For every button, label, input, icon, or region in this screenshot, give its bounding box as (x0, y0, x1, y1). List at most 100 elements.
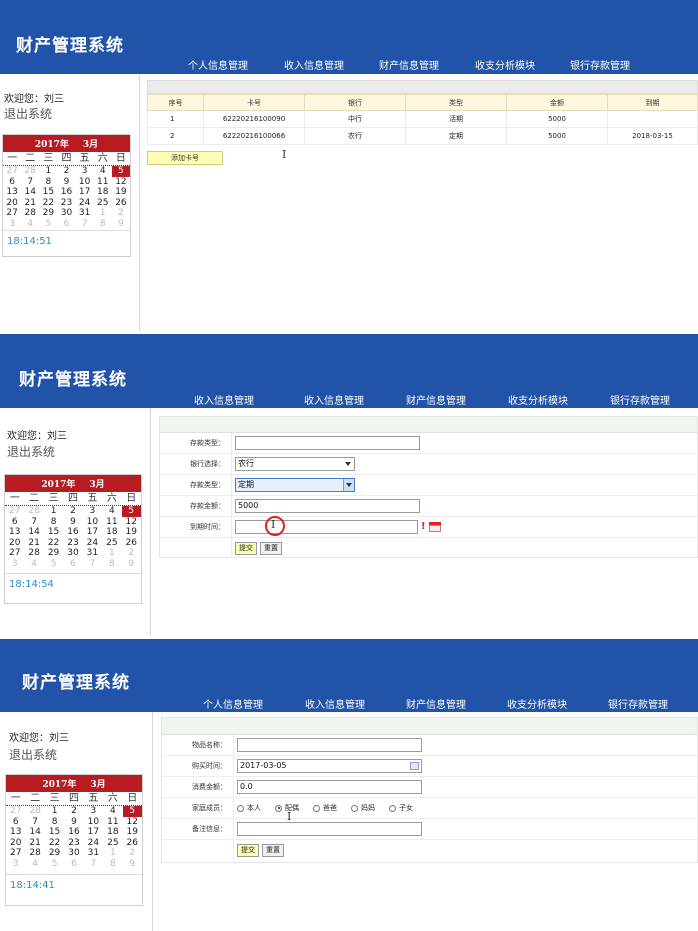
nav-income-info[interactable]: 收入信息管理 (304, 392, 364, 407)
calendar-day[interactable]: 4 (24, 559, 43, 570)
calendar-day[interactable]: 9 (57, 177, 75, 188)
calendar-day[interactable]: 14 (24, 527, 43, 538)
calendar-day[interactable]: 17 (84, 827, 103, 838)
calendar-picker-icon[interactable] (428, 522, 441, 532)
calendar-day[interactable]: 11 (102, 517, 121, 528)
amount-input[interactable]: 0.0 (237, 780, 422, 794)
nav-asset-info[interactable]: 财产信息管理 (379, 57, 439, 72)
radio-checked-icon[interactable] (275, 804, 282, 812)
calendar-day[interactable]: 20 (6, 838, 25, 849)
calendar-day[interactable]: 8 (102, 559, 121, 570)
calendar-day[interactable]: 26 (122, 538, 141, 549)
calendar-day[interactable]: 6 (64, 859, 83, 870)
calendar-day[interactable]: 25 (94, 198, 112, 209)
calendar-day[interactable]: 28 (21, 208, 39, 219)
calendar-day[interactable]: 10 (84, 817, 103, 828)
calendar-day[interactable]: 27 (6, 806, 25, 817)
radio-children[interactable]: 子女 (389, 803, 413, 813)
calendar-day[interactable]: 7 (84, 859, 103, 870)
calendar-day[interactable]: 27 (6, 848, 25, 859)
calendar-day[interactable]: 31 (84, 848, 103, 859)
calendar-day[interactable]: 3 (6, 859, 25, 870)
calendar-day[interactable]: 26 (112, 198, 130, 209)
calendar-day[interactable]: 19 (112, 187, 130, 198)
calendar-day[interactable]: 18 (103, 827, 122, 838)
calendar-day[interactable]: 16 (57, 187, 75, 198)
nav-income-info[interactable]: 收入信息管理 (284, 57, 344, 72)
calendar-day[interactable]: 23 (57, 198, 75, 209)
calendar-day[interactable]: 2 (57, 166, 75, 177)
calendar-day[interactable]: 9 (63, 517, 82, 528)
calendar-day[interactable]: 4 (102, 506, 121, 517)
nav-analysis[interactable]: 收支分析模块 (507, 696, 567, 711)
calendar-day[interactable]: 15 (44, 527, 63, 538)
calendar-day[interactable]: 8 (39, 177, 57, 188)
nav-bank-deposit[interactable]: 银行存款管理 (570, 57, 630, 72)
calendar-day[interactable]: 6 (63, 559, 82, 570)
calendar-day[interactable]: 27 (3, 208, 21, 219)
calendar-day[interactable]: 18 (102, 527, 121, 538)
calendar-day[interactable]: 30 (64, 848, 83, 859)
calendar-day[interactable]: 4 (94, 166, 112, 177)
calendar-day[interactable]: 5 (122, 806, 142, 817)
calendar-day[interactable]: 5 (44, 559, 63, 570)
calendar-day[interactable]: 6 (3, 177, 21, 188)
calendar-day[interactable]: 8 (45, 817, 64, 828)
calendar-day[interactable]: 7 (76, 219, 94, 230)
calendar-day[interactable]: 20 (3, 198, 21, 209)
calendar-day[interactable]: 24 (76, 198, 94, 209)
nav-income-info[interactable]: 收入信息管理 (305, 696, 365, 711)
calendar-day[interactable]: 5 (111, 166, 130, 177)
calendar-day[interactable]: 1 (94, 208, 112, 219)
deposit-type-input[interactable] (235, 436, 420, 450)
calendar-picker-icon[interactable] (410, 762, 419, 770)
radio-mother[interactable]: 妈妈 (351, 803, 375, 813)
calendar-day[interactable]: 30 (57, 208, 75, 219)
calendar-year[interactable]: 2017年 (42, 777, 76, 790)
radio-circle-icon[interactable] (237, 804, 244, 812)
calendar-day[interactable]: 2 (64, 806, 83, 817)
calendar-day[interactable]: 3 (84, 806, 103, 817)
radio-father[interactable]: 爸爸 (313, 803, 337, 813)
radio-circle-icon[interactable] (351, 804, 358, 812)
calendar-day[interactable]: 13 (3, 187, 21, 198)
calendar-day[interactable]: 6 (6, 817, 25, 828)
reset-button[interactable]: 重置 (262, 844, 284, 857)
calendar-day[interactable]: 19 (123, 827, 142, 838)
notes-input[interactable] (237, 822, 422, 836)
calendar-day[interactable]: 31 (83, 548, 102, 559)
bank-select[interactable]: 农行 (235, 457, 355, 471)
calendar-day[interactable]: 13 (6, 827, 25, 838)
calendar-day[interactable]: 28 (24, 506, 43, 517)
calendar-day[interactable]: 1 (39, 166, 57, 177)
calendar-day[interactable]: 6 (57, 219, 75, 230)
nav-asset-info[interactable]: 财产信息管理 (406, 696, 466, 711)
dropdown-button[interactable] (343, 479, 354, 491)
item-name-input[interactable] (237, 738, 422, 752)
calendar-month[interactable]: 3月 (83, 137, 98, 150)
logout-link[interactable]: 退出系统 (9, 746, 57, 763)
radio-circle-icon[interactable] (389, 804, 396, 812)
calendar-day[interactable]: 2 (63, 506, 82, 517)
calendar-day[interactable]: 13 (5, 527, 24, 538)
calendar-day[interactable]: 9 (122, 559, 141, 570)
calendar-day[interactable]: 8 (103, 859, 122, 870)
due-date-input[interactable] (235, 520, 418, 534)
calendar-day[interactable]: 17 (83, 527, 102, 538)
calendar-day[interactable]: 26 (123, 838, 142, 849)
calendar-day[interactable]: 5 (39, 219, 57, 230)
calendar-day[interactable]: 17 (76, 187, 94, 198)
reset-button[interactable]: 重置 (260, 542, 282, 555)
calendar-day[interactable]: 14 (21, 187, 39, 198)
calendar-day[interactable]: 22 (39, 198, 57, 209)
calendar-day[interactable]: 1 (103, 848, 122, 859)
calendar-day[interactable]: 28 (24, 548, 43, 559)
submit-button[interactable]: 提交 (237, 844, 259, 857)
calendar-day[interactable]: 16 (63, 527, 82, 538)
calendar-day[interactable]: 10 (76, 177, 94, 188)
calendar-day[interactable]: 3 (83, 506, 102, 517)
calendar-day[interactable]: 21 (24, 538, 43, 549)
calendar-day[interactable]: 23 (63, 538, 82, 549)
calendar-day[interactable]: 20 (5, 538, 24, 549)
calendar-day[interactable]: 7 (25, 817, 44, 828)
